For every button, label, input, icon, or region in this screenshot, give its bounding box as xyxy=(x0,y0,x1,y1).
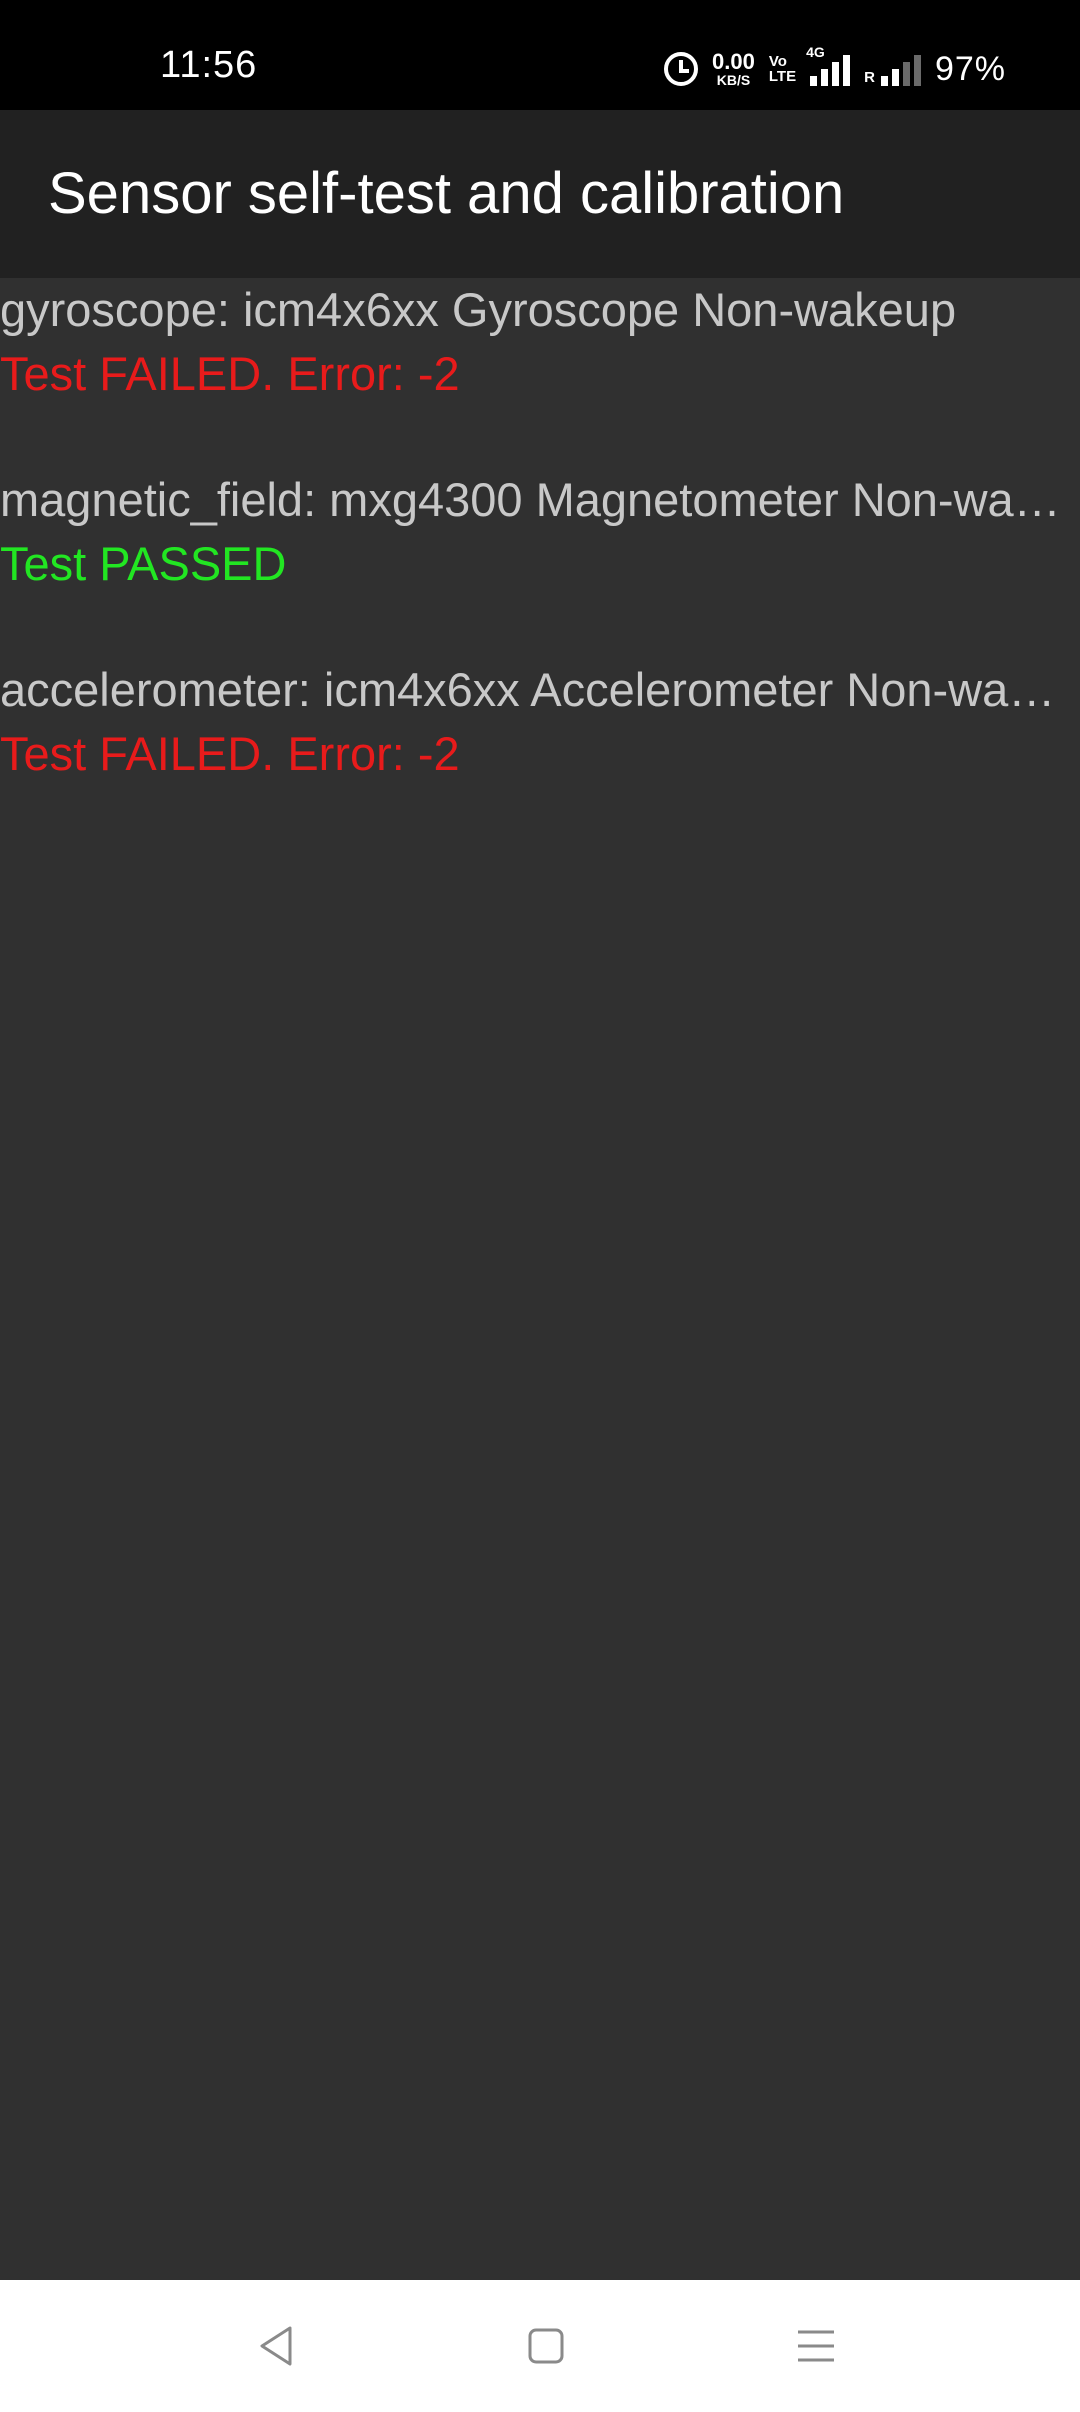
home-button[interactable] xyxy=(516,2316,576,2376)
list-item: accelerometer: icm4x6xx Accelerometer No… xyxy=(0,658,1080,786)
sensor-name: accelerometer: icm4x6xx Accelerometer No… xyxy=(0,663,1080,716)
list-item: gyroscope: icm4x6xx Gyroscope Non-wakeup… xyxy=(0,278,1080,406)
recents-icon xyxy=(798,2330,834,2362)
network-speed-value: 0.00 xyxy=(712,49,755,74)
network-speed: 0.00 KB/S xyxy=(712,49,755,88)
network-type-label: 4G xyxy=(806,44,825,60)
page-title: Sensor self-test and calibration xyxy=(48,161,845,226)
list-item: magnetic_field: mxg4300 Magnetometer Non… xyxy=(0,468,1080,596)
back-icon xyxy=(260,2326,292,2366)
navigation-bar xyxy=(0,2280,1080,2412)
sensor-test-result: Test PASSED xyxy=(0,537,287,590)
sensor-test-result: Test FAILED. Error: -2 xyxy=(0,727,460,780)
status-bar: 11:56 0.00 KB/S Vo LTE 4G R 97% xyxy=(0,0,1080,110)
home-icon xyxy=(528,2328,564,2364)
signal-icon-sim1: 4G xyxy=(806,44,851,86)
status-icons: 0.00 KB/S Vo LTE 4G R 97% xyxy=(664,44,1006,94)
back-button[interactable] xyxy=(246,2316,306,2376)
roaming-tag: R xyxy=(864,69,875,86)
volte-top: Vo xyxy=(768,53,787,70)
app-bar: Sensor self-test and calibration xyxy=(0,110,1080,278)
alarm-icon xyxy=(664,52,699,86)
volte-bottom: LTE xyxy=(768,68,797,85)
volte-indicator: Vo LTE xyxy=(769,54,796,84)
battery-level: 97% xyxy=(934,49,1006,88)
sensor-test-result: Test FAILED. Error: -2 xyxy=(0,347,460,400)
sensor-list: gyroscope: icm4x6xx Gyroscope Non-wakeup… xyxy=(0,278,1080,848)
signal-icon-sim2: R xyxy=(864,52,921,86)
sensor-name: gyroscope: icm4x6xx Gyroscope Non-wakeup xyxy=(0,283,957,336)
sensor-name: magnetic_field: mxg4300 Magnetometer Non… xyxy=(0,473,1080,526)
status-time: 11:56 xyxy=(160,44,258,86)
network-speed-unit: KB/S xyxy=(716,72,751,88)
recents-button[interactable] xyxy=(786,2316,846,2376)
